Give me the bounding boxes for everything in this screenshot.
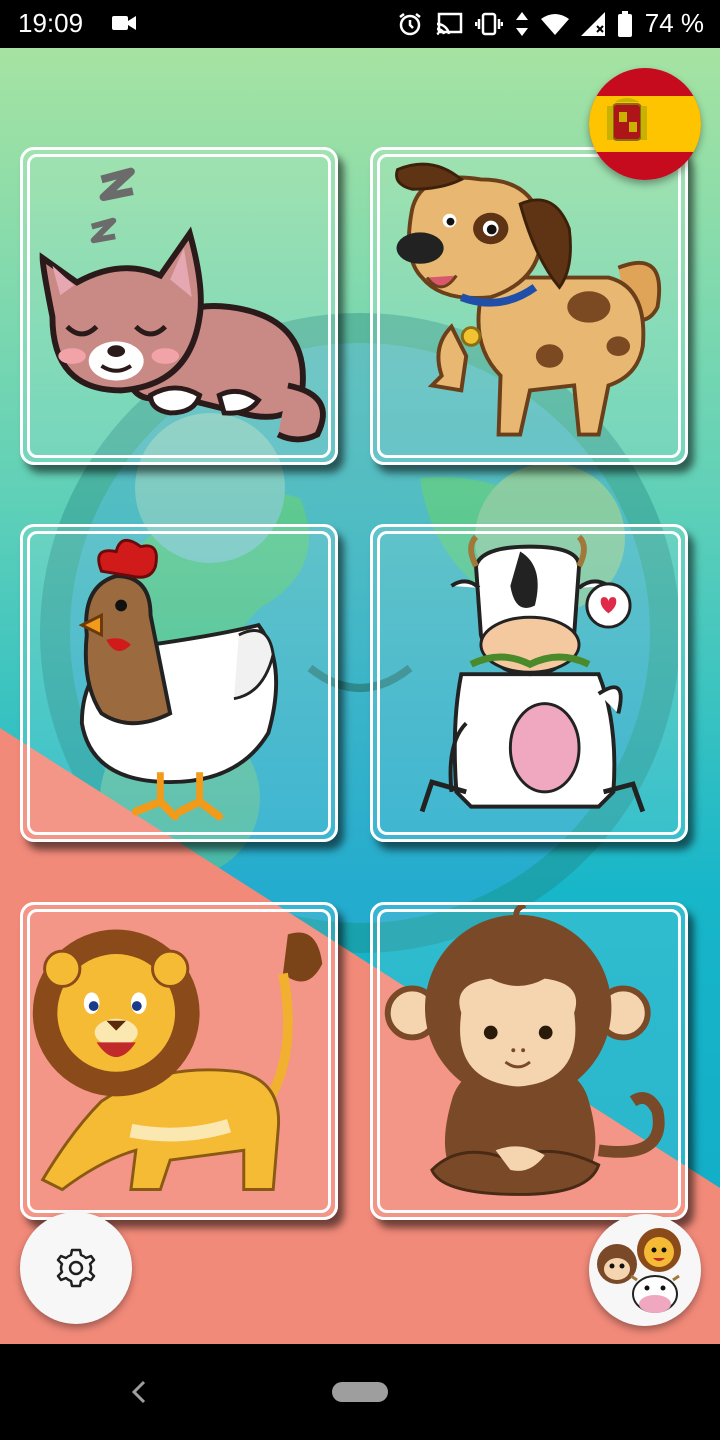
wifi-icon xyxy=(540,13,569,35)
battery-icon xyxy=(617,10,633,37)
monkey-icon xyxy=(384,905,665,1196)
hen-icon xyxy=(78,538,279,821)
back-icon[interactable] xyxy=(126,1378,150,1410)
language-flag-button[interactable] xyxy=(589,68,701,180)
animal-card-lion[interactable] xyxy=(20,902,338,1220)
navigation-bar xyxy=(0,1344,720,1440)
home-pill[interactable] xyxy=(332,1382,388,1402)
gear-icon xyxy=(56,1248,96,1288)
animal-card-hen[interactable] xyxy=(20,524,338,842)
cast-icon xyxy=(435,12,463,36)
dog-icon xyxy=(395,162,662,437)
vibrate-icon xyxy=(474,12,503,36)
settings-button[interactable] xyxy=(20,1212,132,1324)
animal-card-dog[interactable] xyxy=(370,147,688,465)
status-time: 19:09 xyxy=(18,8,84,38)
animal-card-cat[interactable] xyxy=(20,147,338,465)
animals-group-icon xyxy=(597,1228,681,1313)
animal-card-monkey[interactable] xyxy=(370,902,688,1220)
data-arrows-icon xyxy=(515,11,529,36)
app-screen xyxy=(0,48,720,1344)
animal-card-cow[interactable] xyxy=(370,524,688,842)
cow-icon xyxy=(419,534,646,813)
signal-icon xyxy=(580,11,605,36)
sleeping-cat-icon xyxy=(39,167,326,443)
lion-icon xyxy=(32,929,323,1192)
battery-percent: 74 % xyxy=(644,8,704,38)
video-camera-icon xyxy=(112,14,136,36)
spain-flag-icon xyxy=(589,68,701,180)
animals-menu-button[interactable] xyxy=(589,1214,701,1326)
alarm-icon xyxy=(397,11,423,37)
status-bar: 19:09 74 % xyxy=(0,0,720,48)
